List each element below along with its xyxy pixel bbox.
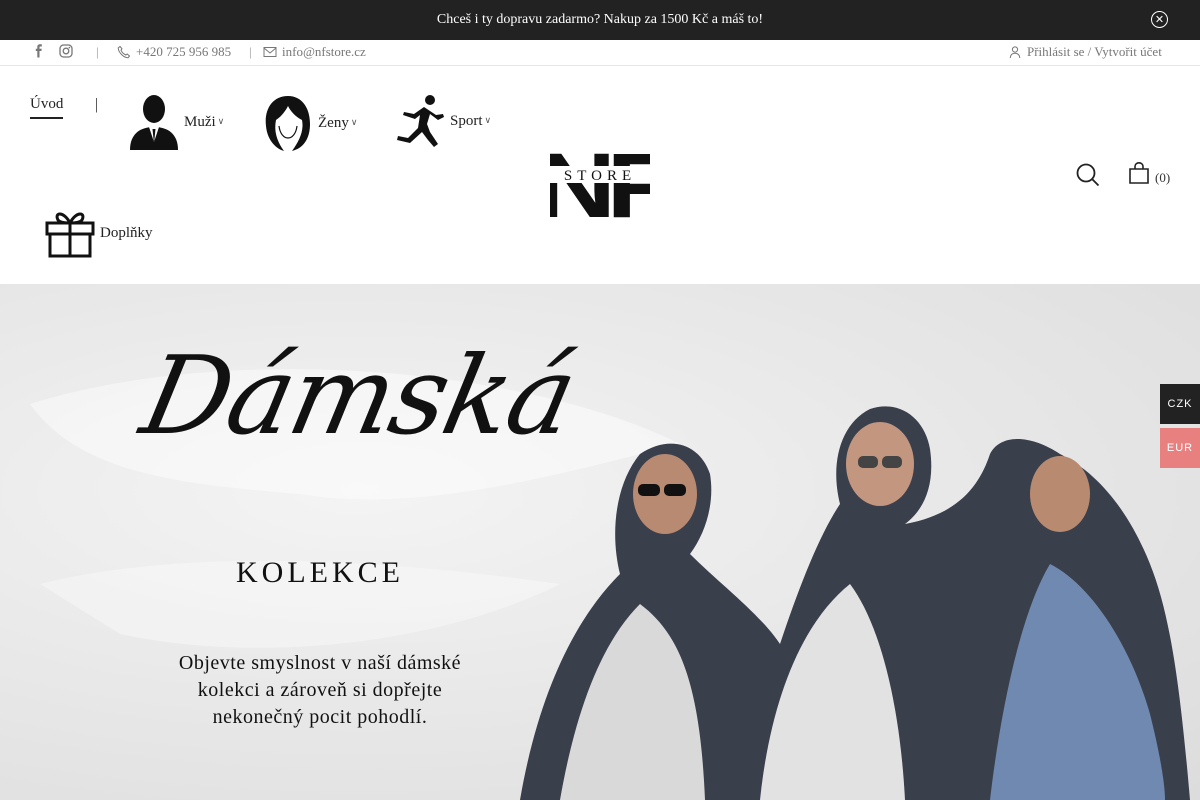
cart-icon[interactable] <box>1127 161 1151 190</box>
chevron-down-icon: ∨ <box>217 117 225 127</box>
account-label: Přihlásit se / Vytvořit účet <box>1027 44 1162 59</box>
hero-banner[interactable]: Dámská KOLEKCE Objevte smyslnost v naší … <box>0 284 1200 800</box>
nav-home[interactable]: Úvod <box>30 96 64 119</box>
email-address: info@nfstore.cz <box>282 44 366 59</box>
mail-icon <box>263 47 277 57</box>
instagram-icon[interactable] <box>59 44 73 58</box>
store-logo[interactable]: NF STORE <box>535 130 680 237</box>
logo-word: STORE <box>564 168 636 184</box>
hero-line: kolekci a zároveň si dopřejte <box>197 679 443 701</box>
close-circle-icon[interactable]: ✕ <box>1151 11 1168 28</box>
nav-item-accessories[interactable]: Doplňky <box>44 208 153 258</box>
divider: | <box>96 44 99 59</box>
hero-description: Objevte smyslnost v naší dámské kolekci … <box>0 650 640 731</box>
runner-icon <box>397 95 444 147</box>
hero-script-title: Dámská <box>131 334 585 459</box>
announcement-bar: Chceš i ty dopravu zadarmo? Nakup za 150… <box>0 0 1200 40</box>
phone-link[interactable]: +420 725 956 985 <box>117 44 231 60</box>
email-link[interactable]: info@nfstore.cz <box>263 44 366 60</box>
chevron-down-icon: ∨ <box>484 116 492 126</box>
account-link[interactable]: Přihlásit se / Vytvořit účet <box>1008 44 1162 60</box>
divider: | <box>249 44 252 59</box>
cart-count[interactable]: (0) <box>1155 170 1170 186</box>
hero-line: Objevte smyslnost v naší dámské <box>178 652 462 674</box>
phone-icon <box>117 45 131 59</box>
chevron-down-icon: ∨ <box>350 118 358 128</box>
nav-separator: | <box>95 96 99 113</box>
nav-item-label: Muži <box>184 113 216 130</box>
facebook-icon[interactable] <box>32 44 46 58</box>
user-icon <box>1009 46 1021 59</box>
nav-item-women[interactable]: Ženy ∨ <box>262 94 357 152</box>
nav-item-label: Sport <box>450 112 483 129</box>
announcement-text: Chceš i ty dopravu zadarmo? Nakup za 150… <box>436 12 764 27</box>
search-icon[interactable] <box>1076 163 1100 192</box>
man-icon <box>130 95 178 150</box>
hero-subtitle: KOLEKCE <box>236 556 404 589</box>
nav-item-label: Ženy <box>318 114 349 131</box>
currency-eur[interactable]: EUR <box>1160 428 1200 468</box>
nav-item-sport[interactable]: Sport ∨ <box>394 94 491 148</box>
currency-czk[interactable]: CZK <box>1160 384 1200 424</box>
nav-item-label: Doplňky <box>100 224 153 241</box>
phone-number: +420 725 956 985 <box>136 44 232 59</box>
contact-bar: | +420 725 956 985 | info@nfstore.cz Při… <box>0 40 1200 66</box>
woman-icon <box>265 96 310 151</box>
gift-icon <box>45 212 95 258</box>
nav-item-men[interactable]: Muži ∨ <box>128 94 224 150</box>
hero-line: nekonečný pocit pohodlí. <box>212 706 428 728</box>
